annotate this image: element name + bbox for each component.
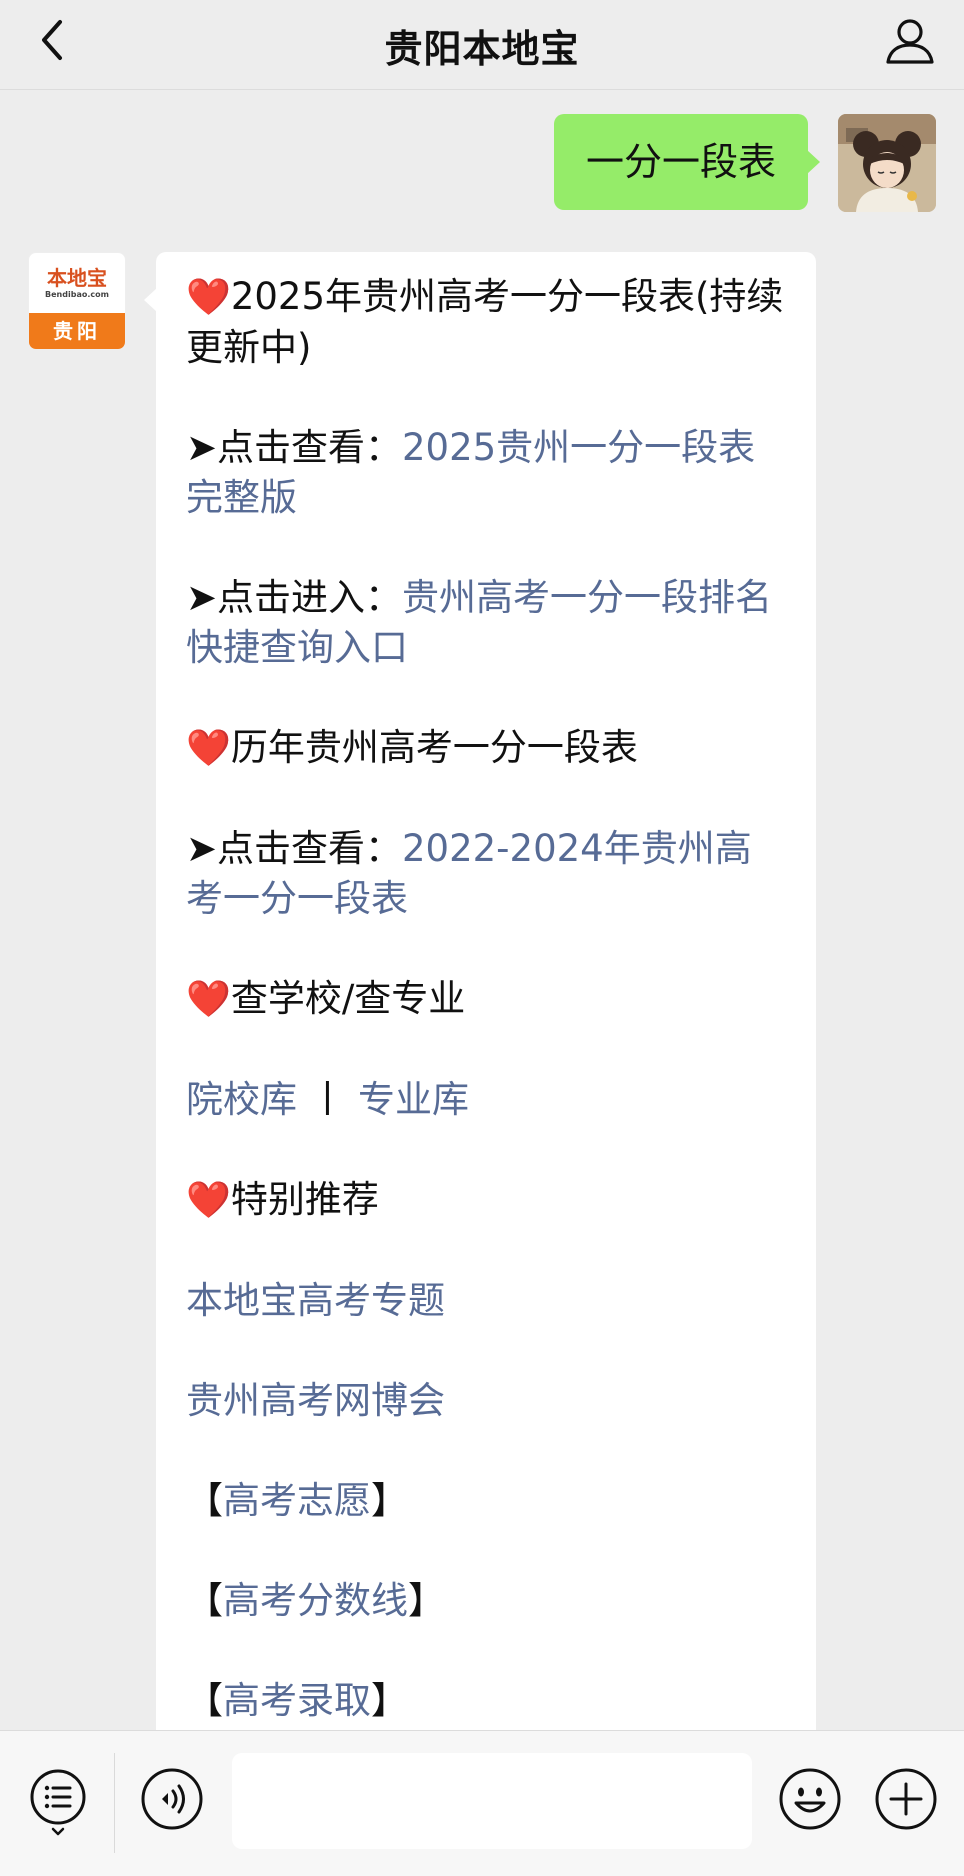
message-list[interactable]: 一分一段表 本地宝 Bendibao.com 贵阳 ❤️2025年贵州高考一分一… [0,90,964,1730]
line-topic: 本地宝高考专题 [186,1276,788,1326]
separator: 丨 [309,1078,346,1121]
message-input[interactable] [232,1753,752,1849]
arrow-prefix: ➤点击查看： [186,426,403,469]
bracket-open: 【 [186,1579,223,1622]
heart-icon: ❤️ [186,1180,231,1221]
account-logo: 本地宝 Bendibao.com [29,253,125,313]
bracket-close: 】 [408,1579,445,1622]
heart-icon: ❤️ [186,277,231,318]
divider [114,1753,115,1853]
page-title: 贵阳本地宝 [384,27,580,71]
section-school-title: ❤️查学校/查专业 [186,974,788,1025]
emoji-button[interactable] [778,1767,842,1831]
incoming-message[interactable]: ❤️2025年贵州高考一分一段表(持续更新中) ➤点击查看：2025贵州一分一段… [144,252,816,1730]
line-school-major-links: 院校库丨专业库 [186,1075,788,1125]
section-title-text: 特别推荐 [230,1178,379,1221]
plus-icon [875,1768,937,1830]
section-recommend-title: ❤️特别推荐 [186,1175,788,1226]
menu-button[interactable] [28,1767,88,1839]
bracket-close: 】 [371,1479,408,1522]
section-title-text: 历年贵州高考一分一段表 [230,726,638,769]
logo-city: 贵阳 [29,313,125,349]
link-exam-scoreline[interactable]: 高考分数线 [223,1579,408,1622]
bracket-close: 】 [371,1679,408,1722]
profile-button[interactable] [882,12,938,68]
voice-icon [141,1768,203,1830]
emoji-icon [779,1768,841,1830]
user-avatar[interactable] [838,114,936,212]
line-fair: 贵州高考网博会 [186,1376,788,1426]
line-volunteer: 【高考志愿】 [186,1476,788,1526]
heart-icon: ❤️ [186,979,231,1020]
section-title-text: 2025年贵州高考一分一段表(持续更新中) [186,275,784,369]
link-exam-volunteer[interactable]: 高考志愿 [223,1479,371,1522]
chat-screen: 贵阳本地宝 一分一段表 本地宝 Bendibao.com 贵阳 ❤️2025年贵… [0,0,964,1876]
header-bar: 贵阳本地宝 [0,0,964,90]
bracket-open: 【 [186,1679,223,1722]
line-enter-query: ➤点击进入：贵州高考一分一段排名快捷查询入口 [186,573,788,673]
more-button[interactable] [874,1767,938,1831]
line-view-2025: ➤点击查看：2025贵州一分一段表完整版 [186,423,788,523]
person-icon [886,19,934,64]
arrow-prefix: ➤点击查看： [186,827,403,870]
link-school-library[interactable]: 院校库 [186,1078,297,1121]
section-title-text: 查学校/查专业 [230,977,466,1020]
logo-domain: Bendibao.com [45,290,109,299]
bracket-open: 【 [186,1479,223,1522]
account-avatar[interactable]: 本地宝 Bendibao.com 贵阳 [28,252,126,350]
link-exam-admission[interactable]: 高考录取 [223,1679,371,1722]
input-bar [0,1730,964,1876]
line-view-history: ➤点击查看：2022-2024年贵州高考一分一段表 [186,824,788,924]
link-major-library[interactable]: 专业库 [358,1078,469,1121]
section-history-title: ❤️历年贵州高考一分一段表 [186,723,788,774]
outgoing-message[interactable]: 一分一段表 [553,114,821,210]
section-2025-title: ❤️2025年贵州高考一分一段表(持续更新中) [186,272,788,373]
line-admission: 【高考录取】 [186,1676,788,1726]
menu-list-icon [30,1769,86,1836]
line-scoreline: 【高考分数线】 [186,1576,788,1626]
arrow-prefix: ➤点击进入： [186,576,403,619]
link-exam-fair[interactable]: 贵州高考网博会 [186,1379,445,1422]
link-exam-topic[interactable]: 本地宝高考专题 [186,1279,445,1322]
outgoing-message-text: 一分一段表 [585,140,776,184]
heart-icon: ❤️ [186,728,231,769]
voice-button[interactable] [140,1767,204,1831]
user-avatar-image [838,114,936,212]
logo-name: 本地宝 [47,266,107,290]
